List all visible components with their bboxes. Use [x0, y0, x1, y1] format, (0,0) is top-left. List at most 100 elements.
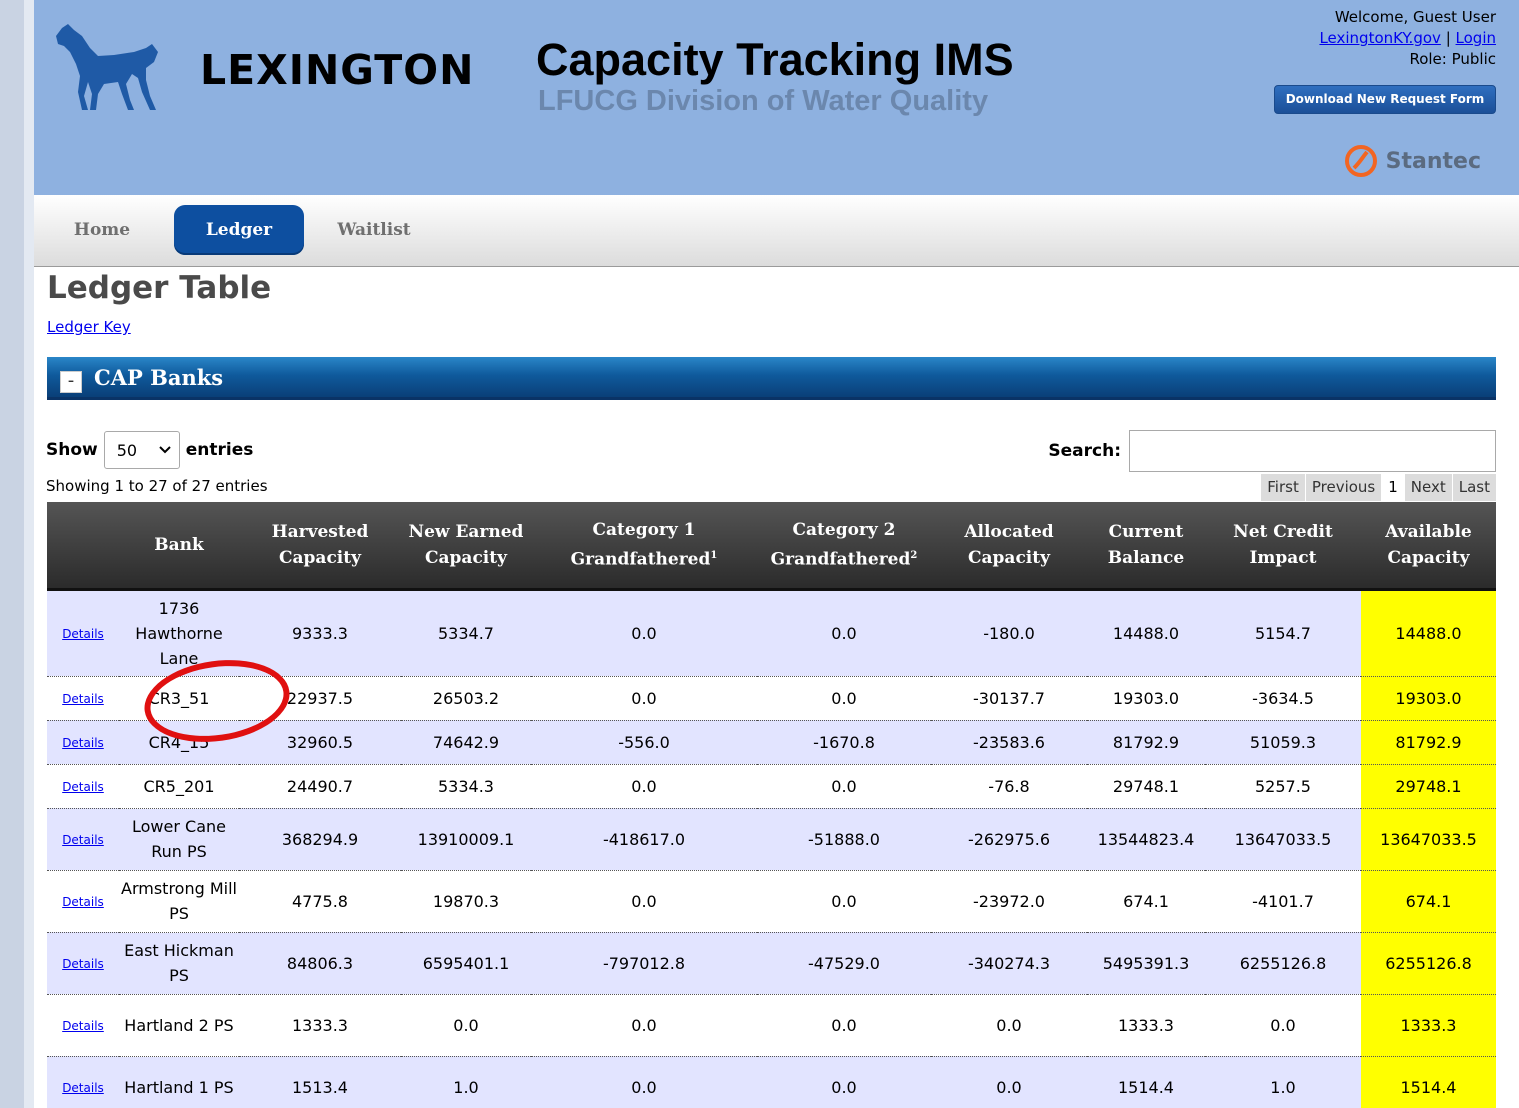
cell-available: 19303.0	[1361, 676, 1496, 721]
cell-allocated: -340274.3	[931, 932, 1087, 995]
lexingtonky-link[interactable]: LexingtonKY.gov	[1319, 29, 1440, 47]
cell-allocated: 0.0	[931, 994, 1087, 1057]
details-link[interactable]: Details	[62, 692, 104, 706]
col-header-cat1-label: Category 1 Grandfathered	[570, 519, 711, 570]
col-header-allocated[interactable]: Allocated Capacity	[931, 502, 1087, 591]
details-link[interactable]: Details	[62, 627, 104, 641]
details-cell: Details	[47, 589, 119, 677]
cell-balance: 5495391.3	[1087, 932, 1205, 995]
cell-new-earned: 5334.7	[401, 589, 531, 677]
cap-banks-panel-header[interactable]: - CAP Banks	[47, 357, 1496, 400]
cell-balance: 1514.4	[1087, 1056, 1205, 1108]
table-header-row: Bank Harvested Capacity New Earned Capac…	[47, 502, 1496, 591]
horse-logo-icon	[56, 24, 158, 110]
pager-next[interactable]: Next	[1403, 474, 1452, 501]
cell-balance: 13544823.4	[1087, 808, 1205, 871]
ledger-table: Bank Harvested Capacity New Earned Capac…	[47, 502, 1496, 1108]
cell-harvested: 368294.9	[239, 808, 401, 871]
col-header-net-credit[interactable]: Net Credit Impact	[1205, 502, 1361, 591]
cell-bank: Armstrong Mill PS	[119, 870, 239, 933]
entries-length-control: Show 50 entries	[46, 431, 253, 469]
collapse-button[interactable]: -	[60, 371, 82, 393]
download-request-form-button[interactable]: Download New Request Form	[1274, 85, 1496, 114]
cell-harvested: 1333.3	[239, 994, 401, 1057]
pager-previous[interactable]: Previous	[1304, 474, 1382, 501]
details-link[interactable]: Details	[62, 736, 104, 750]
details-link[interactable]: Details	[62, 1081, 104, 1095]
cell-allocated: -30137.7	[931, 676, 1087, 721]
details-cell: Details	[47, 720, 119, 765]
details-cell: Details	[47, 808, 119, 871]
cell-bank: Hartland 1 PS	[119, 1056, 239, 1108]
details-link[interactable]: Details	[62, 957, 104, 971]
cell-balance: 81792.9	[1087, 720, 1205, 765]
cell-bank: East Hickman PS	[119, 932, 239, 995]
ledger-key-link[interactable]: Ledger Key	[47, 318, 131, 336]
cell-allocated: 0.0	[931, 1056, 1087, 1108]
table-row: Details CR5_201 24490.7 5334.3 0.0 0.0 -76.8 29…	[47, 764, 1496, 809]
table-row: Details 1736 Hawthorne Lane 9333.3 5334.7 0.…	[47, 589, 1496, 677]
table-row: Details East Hickman PS 84806.3 6595401.1 -7…	[47, 932, 1496, 995]
details-cell: Details	[47, 676, 119, 721]
col-header-bank[interactable]: Bank	[119, 502, 239, 591]
cell-balance: 14488.0	[1087, 589, 1205, 677]
footnote-1: 1	[710, 549, 718, 561]
tab-waitlist[interactable]: Waitlist	[324, 205, 424, 255]
brand-name: LEXINGTON	[200, 46, 475, 94]
site-header: LEXINGTON Capacity Tracking IMS LFUCG Di…	[34, 0, 1519, 195]
details-cell: Details	[47, 932, 119, 995]
col-header-available[interactable]: Available Capacity	[1361, 502, 1496, 591]
cell-new-earned: 74642.9	[401, 720, 531, 765]
cell-net: 5257.5	[1205, 764, 1361, 809]
tab-ledger[interactable]: Ledger	[174, 205, 304, 255]
user-box: Welcome, Guest User LexingtonKY.gov | Lo…	[1319, 7, 1496, 70]
cell-available: 13647033.5	[1361, 808, 1496, 871]
cell-cat2: 0.0	[757, 676, 931, 721]
cell-cat2: 0.0	[757, 1056, 931, 1108]
details-link[interactable]: Details	[62, 780, 104, 794]
cell-harvested: 4775.8	[239, 870, 401, 933]
app-title: Capacity Tracking IMS	[536, 34, 1014, 85]
panel-title: CAP Banks	[94, 365, 224, 390]
cell-cat2: -1670.8	[757, 720, 931, 765]
cell-cat2: 0.0	[757, 870, 931, 933]
col-header-cat1[interactable]: Category 1 Grandfathered1	[531, 502, 757, 591]
cell-cat1: -797012.8	[531, 932, 757, 995]
cell-cat1: 0.0	[531, 870, 757, 933]
cell-cat1: 0.0	[531, 1056, 757, 1108]
cell-allocated: -23972.0	[931, 870, 1087, 933]
cell-available: 81792.9	[1361, 720, 1496, 765]
cell-net: -4101.7	[1205, 870, 1361, 933]
col-header-harvested[interactable]: Harvested Capacity	[239, 502, 401, 591]
details-link[interactable]: Details	[62, 1019, 104, 1033]
tab-home[interactable]: Home	[56, 205, 148, 255]
entries-select[interactable]: 50	[103, 431, 180, 469]
col-header-actions	[47, 502, 119, 591]
cell-cat2: -47529.0	[757, 932, 931, 995]
col-header-balance[interactable]: Current Balance	[1087, 502, 1205, 591]
pager-page-1[interactable]: 1	[1381, 474, 1404, 501]
page-title: Ledger Table	[47, 270, 272, 306]
details-link[interactable]: Details	[62, 833, 104, 847]
cell-net: 0.0	[1205, 994, 1361, 1057]
link-separator: |	[1445, 29, 1451, 47]
cell-cat1: -418617.0	[531, 808, 757, 871]
col-header-cat2[interactable]: Category 2 Grandfathered2	[757, 502, 931, 591]
cell-available: 674.1	[1361, 870, 1496, 933]
cell-new-earned: 13910009.1	[401, 808, 531, 871]
main-nav: Home Ledger Waitlist	[34, 195, 1519, 267]
cell-available: 1333.3	[1361, 994, 1496, 1057]
cell-cat2: -51888.0	[757, 808, 931, 871]
pager-last[interactable]: Last	[1451, 474, 1496, 501]
pager-first[interactable]: First	[1260, 474, 1305, 501]
cell-allocated: -23583.6	[931, 720, 1087, 765]
window-left-border	[0, 0, 24, 1108]
col-header-new-earned[interactable]: New Earned Capacity	[401, 502, 531, 591]
user-links: LexingtonKY.gov | Login	[1319, 28, 1496, 49]
cell-bank: Lower Cane Run PS	[119, 808, 239, 871]
details-link[interactable]: Details	[62, 895, 104, 909]
details-cell: Details	[47, 870, 119, 933]
login-link[interactable]: Login	[1456, 29, 1496, 47]
search-input[interactable]	[1129, 430, 1496, 472]
stantec-swirl-icon	[1344, 145, 1377, 177]
